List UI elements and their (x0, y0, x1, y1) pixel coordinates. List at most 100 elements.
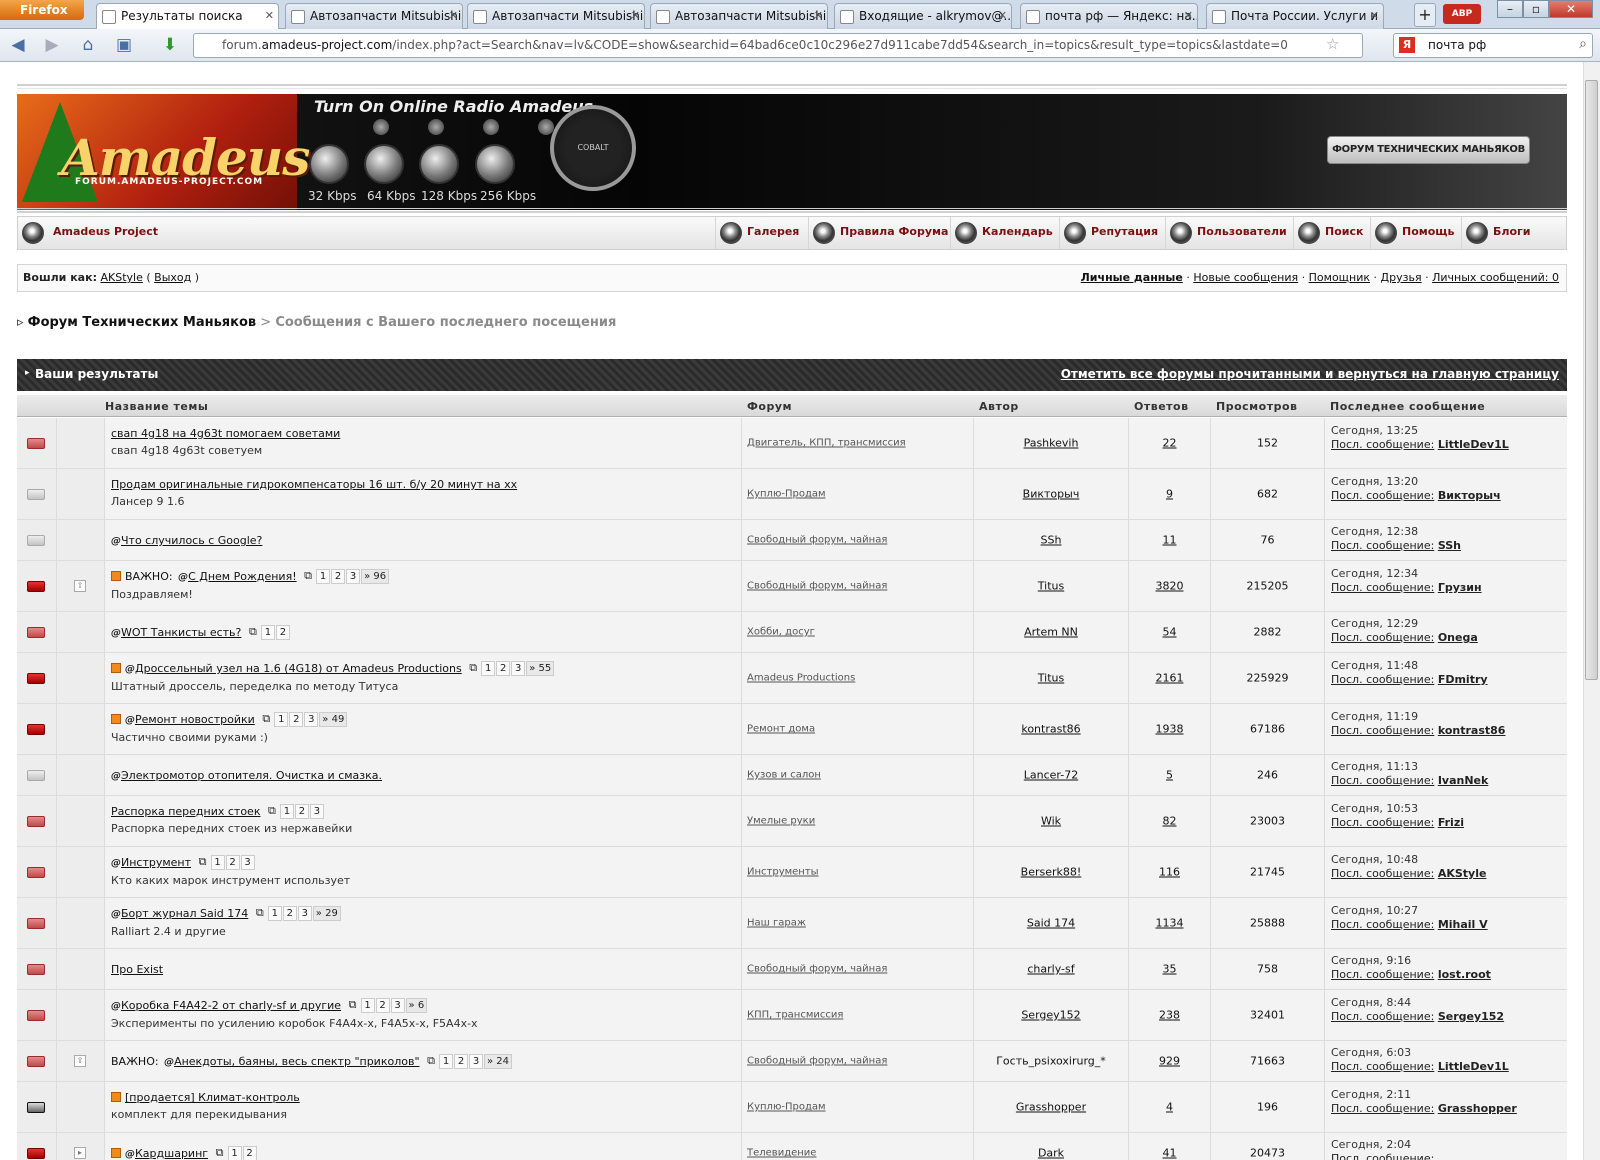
topic-link[interactable]: Дроссельный узел на 1.6 (4G18) от Amadeu… (135, 662, 462, 675)
page-link[interactable]: 3 (309, 804, 324, 819)
last-post-prefix[interactable]: Посл. сообщение: (1331, 1060, 1434, 1073)
user-link[interactable]: Новые сообщения (1193, 271, 1298, 284)
last-post-prefix[interactable]: Посл. сообщение: (1331, 438, 1434, 451)
last-post-user[interactable]: lost.root (1438, 968, 1491, 981)
author-link[interactable]: Titus (974, 672, 1128, 685)
nav-item[interactable]: Блоги (1461, 217, 1530, 249)
col-author[interactable]: Автор (979, 400, 1019, 413)
topic-link[interactable]: Кардшаринг (135, 1147, 208, 1160)
page-link[interactable]: 1 (360, 998, 375, 1013)
last-post-prefix[interactable]: Посл. сообщение: (1331, 918, 1434, 931)
nav-item[interactable]: Репутация (1059, 217, 1158, 249)
forum-link[interactable]: Хобби, досуг (747, 627, 973, 638)
last-post-prefix[interactable]: Посл. сообщение: (1331, 539, 1434, 552)
nav-item[interactable]: Пользователи (1165, 217, 1287, 249)
page-link[interactable]: » 6 (405, 998, 428, 1013)
page-link[interactable]: 2 (375, 998, 390, 1013)
forum-link[interactable]: Свободный форум, чайная (747, 535, 973, 546)
home-icon[interactable]: ⌂ (76, 34, 100, 56)
replies-link[interactable]: 82 (1129, 815, 1210, 828)
user-name-link[interactable]: AKStyle (100, 271, 142, 284)
forum-link[interactable]: Свободный форум, чайная (747, 581, 973, 592)
replies-link[interactable]: 11 (1129, 534, 1210, 547)
replies-link[interactable]: 22 (1129, 437, 1210, 450)
nav-brand[interactable]: Amadeus Project (18, 217, 158, 249)
col-forum[interactable]: Форум (747, 400, 792, 413)
page-link[interactable]: 2 (282, 906, 297, 921)
last-post-prefix[interactable]: Посл. сообщение: (1331, 1152, 1434, 1160)
forum-link[interactable]: Свободный форум, чайная (747, 1056, 973, 1067)
author-link[interactable]: Sergey152 (974, 1009, 1128, 1022)
page-link[interactable]: 2 (275, 625, 290, 640)
last-post-user[interactable]: IvanNek (1438, 774, 1489, 787)
page-link[interactable]: 3 (297, 906, 312, 921)
page-link[interactable]: 3 (346, 569, 361, 584)
browser-tab[interactable]: Автозапчасти Mitsubishi ... ✕ (467, 3, 645, 29)
close-window-button[interactable]: ✕ (1549, 0, 1593, 18)
radio-128-label[interactable]: 128 Kbps (421, 189, 477, 203)
radio-256-knob-icon[interactable] (475, 144, 515, 184)
topic-link[interactable]: Про Exist (111, 963, 163, 976)
forum-link[interactable]: Телевидение (747, 1148, 973, 1159)
page-link[interactable]: 3 (469, 1054, 483, 1069)
browser-tab[interactable]: Результаты поиска ✕ (96, 3, 279, 30)
page-link[interactable]: 1 (439, 1054, 453, 1069)
topic-link[interactable]: Что случилось с Google? (121, 534, 262, 547)
last-post-prefix[interactable]: Посл. сообщение: (1331, 774, 1434, 787)
topic-link[interactable]: С Днем Рождения! (188, 570, 297, 583)
page-link[interactable]: 2 (225, 855, 240, 870)
forum-link[interactable]: КПП, трансмиссия (747, 1010, 973, 1021)
topic-link[interactable]: Распорка передних стоек (111, 805, 260, 818)
tab-close-icon[interactable]: ✕ (1184, 9, 1193, 22)
last-post-prefix[interactable]: Посл. сообщение: (1331, 968, 1434, 981)
tab-close-icon[interactable]: ✕ (1370, 9, 1379, 22)
new-tab-button[interactable]: + (1414, 3, 1436, 27)
replies-link[interactable]: 35 (1129, 963, 1210, 976)
author-link[interactable]: Wik (974, 815, 1128, 828)
page-link[interactable]: 3 (240, 855, 255, 870)
replies-link[interactable]: 2161 (1129, 672, 1210, 685)
breadcrumb-forum-link[interactable]: Форум Технических Маньяков (28, 315, 256, 330)
author-link[interactable]: Artem NN (974, 626, 1128, 639)
firefox-menu-button[interactable]: Firefox (0, 0, 84, 20)
replies-link[interactable]: 929 (1129, 1055, 1210, 1068)
topic-link[interactable]: свап 4g18 на 4g63t помогаем советами (111, 427, 340, 440)
author-link[interactable]: Titus (974, 580, 1128, 593)
forum-link[interactable]: Куплю-Продам (747, 1102, 973, 1113)
nav-item[interactable]: Галерея (715, 217, 799, 249)
replies-link[interactable]: 1134 (1129, 917, 1210, 930)
author-link[interactable]: Said 174 (974, 917, 1128, 930)
browser-tab[interactable]: Входящие - alkrymov@... ✕ (834, 3, 1012, 29)
last-post-user[interactable]: Onega (1438, 631, 1478, 644)
last-post-user[interactable]: LittleDev1L (1438, 438, 1509, 451)
browser-tab[interactable]: Автозапчасти Mitsubishi ... ✕ (285, 3, 463, 29)
page-link[interactable]: 1 (279, 804, 294, 819)
forum-link[interactable]: Свободный форум, чайная (747, 964, 973, 975)
address-bar[interactable]: forum.amadeus-project.com/index.php?act=… (193, 33, 1363, 58)
replies-link[interactable]: 3820 (1129, 580, 1210, 593)
page-link[interactable]: 2 (289, 712, 304, 727)
forum-link[interactable]: Двигатель, КПП, трансмиссия (747, 438, 973, 449)
logout-link[interactable]: Выход (154, 271, 191, 284)
topic-link[interactable]: [продается] Климат-контроль (125, 1091, 300, 1104)
forum-link[interactable]: Кузов и салон (747, 770, 973, 781)
author-link[interactable]: Pashkevih (974, 437, 1128, 450)
radio-64-knob-icon[interactable] (364, 144, 404, 184)
forum-link[interactable]: Ремонт дома (747, 724, 973, 735)
bookmarks-icon[interactable]: ▣ (112, 34, 136, 56)
last-post-user[interactable]: LittleDev1L (1438, 1060, 1509, 1073)
page-link[interactable]: 3 (511, 661, 526, 676)
replies-link[interactable]: 9 (1129, 488, 1210, 501)
last-post-prefix[interactable]: Посл. сообщение: (1331, 867, 1434, 880)
page-link[interactable]: 2 (454, 1054, 468, 1069)
minimize-button[interactable]: – (1497, 0, 1523, 18)
radio-32-label[interactable]: 32 Kbps (308, 189, 356, 203)
replies-link[interactable]: 116 (1129, 866, 1210, 879)
user-link[interactable]: Личные данные (1081, 271, 1183, 284)
col-last-post[interactable]: Последнее сообщение (1330, 400, 1485, 413)
page-link[interactable]: » 24 (484, 1054, 513, 1069)
last-post-user[interactable]: Grasshopper (1438, 1102, 1517, 1115)
replies-link[interactable]: 1938 (1129, 723, 1210, 736)
page-link[interactable]: 3 (390, 998, 405, 1013)
last-post-prefix[interactable]: Посл. сообщение: (1331, 581, 1434, 594)
